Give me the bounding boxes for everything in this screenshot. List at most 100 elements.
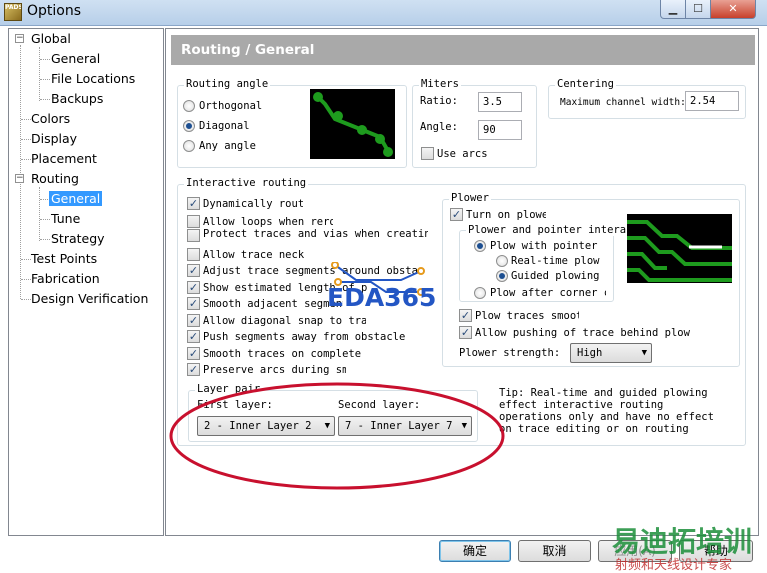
chevron-down-icon: ▼ <box>641 348 647 358</box>
checkbox-show-estimated-length[interactable]: ✓ <box>187 281 200 294</box>
label-plow-with-pointer: Plow with pointer <box>490 240 598 252</box>
miter-angle-label: Angle: <box>420 121 458 133</box>
cancel-button[interactable]: 取消 <box>518 540 591 562</box>
label-push-segments: Push segments away from obstacle <box>203 331 406 343</box>
first-layer-select[interactable]: 2 - Inner Layer 2 ▼ <box>197 416 335 436</box>
tree-item-routing-general[interactable]: General <box>49 191 103 206</box>
radio-any-angle-label: Any angle <box>199 140 256 152</box>
tree-item-test-points[interactable]: Test Points <box>31 251 97 266</box>
tree-item-tune[interactable]: Tune <box>51 211 80 226</box>
checkbox-preserve-arcs[interactable]: ✓ <box>187 363 200 376</box>
checkbox-allow-diagonal-snap[interactable]: ✓ <box>187 314 200 327</box>
minimize-button[interactable]: ▁ <box>660 0 686 19</box>
plower-preview <box>627 214 732 283</box>
second-layer-label: Second layer: <box>338 399 421 411</box>
max-channel-width-label: Maximum channel width: <box>560 97 686 108</box>
label-smooth-adjacent: Smooth adjacent segments <box>203 298 343 310</box>
radio-guided-plowing[interactable] <box>496 270 508 282</box>
centering-group-label: Centering <box>555 78 616 90</box>
tree-line <box>40 79 50 80</box>
label-turn-on-plower: Turn on plower <box>466 209 546 221</box>
checkbox-allow-trace-neck[interactable] <box>187 248 200 261</box>
routing-angle-group-label: Routing angle <box>184 78 271 90</box>
radio-plow-after-corner[interactable] <box>474 287 486 299</box>
ok-button[interactable]: 确定 <box>439 540 511 562</box>
radio-diagonal[interactable] <box>183 120 195 132</box>
tree-item-placement[interactable]: Placement <box>31 151 97 166</box>
tree-item-routing[interactable]: Routing <box>31 171 79 186</box>
tree-line <box>40 59 50 60</box>
tree-item-fabrication[interactable]: Fabrication <box>31 271 100 286</box>
preview-pad <box>313 92 323 102</box>
label-allow-trace-neck: Allow trace neck <box>203 249 305 261</box>
checkbox-plow-traces-smooth[interactable]: ✓ <box>459 309 472 322</box>
first-layer-label: First layer: <box>197 399 273 411</box>
options-tree[interactable]: − Global General File Locations Backups … <box>8 28 164 536</box>
miter-angle-input[interactable]: 90 <box>478 120 522 140</box>
title-bar: PADS Options ▁ ☐ ✕ <box>0 0 767 26</box>
checkbox-turn-on-plower[interactable]: ✓ <box>450 208 463 221</box>
minimize-icon: ▁ <box>668 2 678 15</box>
checkbox-dynamically-route[interactable]: ✓ <box>187 197 200 210</box>
interactive-routing-group-label: Interactive routing <box>184 177 309 189</box>
tree-item-colors[interactable]: Colors <box>31 111 70 126</box>
tree-expander-routing[interactable]: − <box>15 174 24 183</box>
eda365-watermark: EDA365 <box>327 283 437 312</box>
tree-item-display[interactable]: Display <box>31 131 77 146</box>
checkbox-allow-pushing[interactable]: ✓ <box>459 326 472 339</box>
tree-line <box>21 259 31 260</box>
layer-pair-group-label: Layer pair <box>195 383 263 395</box>
tree-item-global-general[interactable]: General <box>51 51 100 66</box>
second-layer-value: 7 - Inner Layer 7 <box>345 420 453 432</box>
second-layer-select[interactable]: 7 - Inner Layer 7 ▼ <box>338 416 472 436</box>
plower-strength-select[interactable]: High ▼ <box>570 343 652 363</box>
tree-line <box>40 239 50 240</box>
tree-line <box>40 219 50 220</box>
radio-realtime-plow[interactable] <box>496 255 508 267</box>
training-watermark-subtitle: 射频和天线设计专家 <box>615 558 733 573</box>
preview-pad <box>375 134 385 144</box>
checkbox-push-segments[interactable]: ✓ <box>187 330 200 343</box>
label-allow-diagonal-snap: Allow diagonal snap to track <box>203 315 366 327</box>
tree-line <box>21 139 31 140</box>
close-icon: ✕ <box>728 2 738 15</box>
checkbox-smooth-traces-complete[interactable]: ✓ <box>187 347 200 360</box>
tree-item-backups[interactable]: Backups <box>51 91 103 106</box>
logo-node <box>417 267 425 275</box>
tree-item-strategy[interactable]: Strategy <box>51 231 105 246</box>
radio-any-angle[interactable] <box>183 140 195 152</box>
miters-group-label: Miters <box>419 78 461 90</box>
radio-orthogonal[interactable] <box>183 100 195 112</box>
tree-item-global[interactable]: Global <box>31 31 71 46</box>
logo-node <box>331 262 339 269</box>
label-allow-loops: Allow loops when rerouting <box>203 216 333 228</box>
radio-plow-with-pointer[interactable] <box>474 240 486 252</box>
checkbox-allow-loops[interactable] <box>187 215 200 228</box>
chevron-down-icon: ▼ <box>461 421 467 431</box>
max-channel-width-input[interactable]: 2.54 <box>685 91 739 111</box>
label-plow-traces-smooth: Plow traces smooth <box>475 310 579 322</box>
checkbox-adjust-trace-segments[interactable]: ✓ <box>187 264 200 277</box>
tree-line <box>20 45 21 299</box>
plower-strength-label: Plower strength: <box>459 347 561 359</box>
close-button[interactable]: ✕ <box>710 0 756 19</box>
checkbox-smooth-adjacent[interactable]: ✓ <box>187 297 200 310</box>
first-layer-value: 2 - Inner Layer 2 <box>204 420 312 432</box>
window-title: Options <box>27 3 82 19</box>
miter-ratio-label: Ratio: <box>420 95 458 107</box>
maximize-icon: ☐ <box>693 2 703 15</box>
miter-ratio-input[interactable]: 3.5 <box>478 92 522 112</box>
label-smooth-traces-complete: Smooth traces on complete <box>203 348 362 360</box>
tree-line <box>40 99 50 100</box>
preview-pad <box>383 147 393 157</box>
radio-diagonal-label: Diagonal <box>199 120 250 132</box>
label-protect-traces: Protect traces and vias when creating <box>203 228 428 240</box>
checkbox-protect-traces[interactable] <box>187 229 200 242</box>
routing-angle-preview <box>310 89 395 159</box>
tree-item-design-verification[interactable]: Design Verification <box>31 291 148 306</box>
radio-orthogonal-label: Orthogonal <box>199 100 263 112</box>
maximize-button[interactable]: ☐ <box>685 0 711 19</box>
tree-expander-global[interactable]: − <box>15 34 24 43</box>
tree-item-file-locations[interactable]: File Locations <box>51 71 135 86</box>
use-arcs-checkbox[interactable] <box>421 147 434 160</box>
